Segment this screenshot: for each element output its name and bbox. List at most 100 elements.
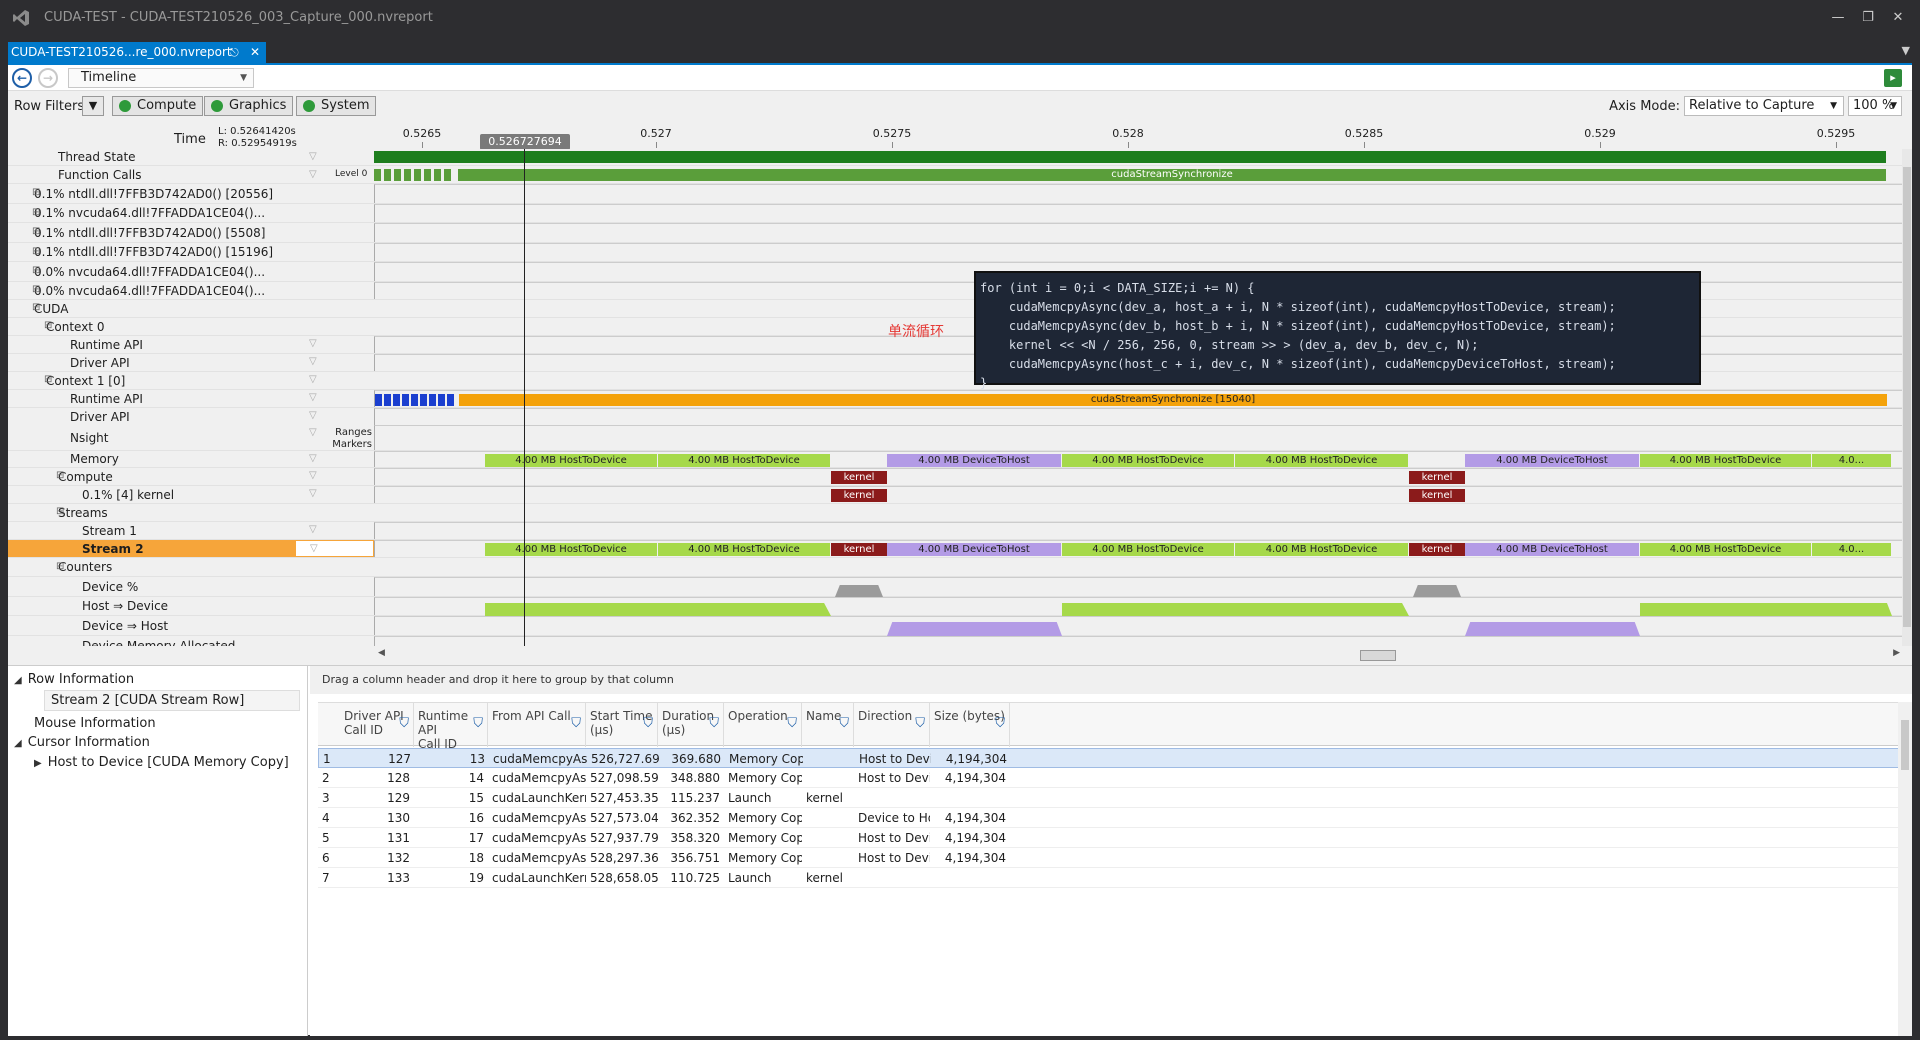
row-track[interactable]: kernel kernel xyxy=(374,486,1904,503)
function-call-bar[interactable]: cudaStreamSynchronize xyxy=(458,169,1886,181)
column-header[interactable]: Start Time (μs) ⛉ xyxy=(586,703,658,747)
filter-icon[interactable]: ▽ xyxy=(309,453,317,464)
runtime-api-call[interactable] xyxy=(438,394,445,406)
tree-row-information[interactable]: ◢ Row Information xyxy=(14,672,134,687)
collapse-icon[interactable]: ⊟ xyxy=(44,374,54,385)
row-track[interactable]: 4.00 MB HostToDevice 4.00 MB HostToDevice… xyxy=(374,451,1904,467)
timeline-row[interactable]: Stream 1 ▽ xyxy=(8,522,1904,540)
function-call-bar[interactable] xyxy=(414,169,421,181)
table-row[interactable]: 3 129 15 cudaLaunchKernel 527,453.358 115.237… xyxy=(318,788,1902,808)
kernel-bar[interactable]: kernel xyxy=(1409,543,1465,556)
filter-icon[interactable]: ▽ xyxy=(309,427,317,438)
tree-mouse-information[interactable]: Mouse Information xyxy=(34,716,156,731)
runtime-api-call[interactable] xyxy=(375,394,382,406)
memcpy-bar[interactable]: 4.00 MB HostToDevice xyxy=(658,543,831,556)
runtime-api-call[interactable] xyxy=(384,394,391,406)
row-track[interactable]: cudaStreamSynchronize xyxy=(374,167,1904,183)
pin-icon[interactable]: ⎋ xyxy=(230,42,239,63)
memcpy-bar[interactable]: 4.0... xyxy=(1812,454,1892,467)
filter-icon[interactable]: ⛉ xyxy=(995,717,1005,731)
runtime-api-bar[interactable]: cudaStreamSynchronize [15040] xyxy=(459,394,1887,406)
timeline-row[interactable]: Device Memory Allocated xyxy=(8,636,1904,646)
collapse-icon[interactable]: ⊟ xyxy=(56,561,66,572)
timeline-horizontal-scrollbar[interactable]: ◀ ▶ xyxy=(374,647,1904,663)
runtime-api-call[interactable] xyxy=(411,394,418,406)
timeline-row[interactable]: Host ⇒ Device xyxy=(8,597,1904,616)
memcpy-bar[interactable]: 4.00 MB HostToDevice xyxy=(658,454,831,467)
row-track[interactable] xyxy=(374,149,1904,165)
column-header[interactable]: From API Call ⛉ xyxy=(488,703,586,747)
memcpy-bar[interactable]: 4.00 MB HostToDevice xyxy=(1640,543,1812,556)
timeline-row[interactable]: Function Calls ▽ Level 0 cudaStreamSynchron… xyxy=(8,167,1904,184)
scroll-left-icon[interactable]: ◀ xyxy=(378,648,385,658)
filter-icon[interactable]: ▽ xyxy=(309,470,317,481)
row-track[interactable] xyxy=(374,636,1904,646)
forward-button[interactable]: → xyxy=(38,68,58,88)
column-header[interactable]: Direction ⛉ xyxy=(854,703,930,747)
timeline-row[interactable]: Memory ▽ 4.00 MB HostToDevice 4.00 MB HostT… xyxy=(8,451,1904,468)
table-row[interactable]: 7 133 19 cudaLaunchKernel 528,658.050 110.725… xyxy=(318,868,1902,888)
expand-icon[interactable]: ⊞ xyxy=(32,226,42,237)
timeline-row[interactable]: Nsight ▽ Ranges Markers xyxy=(8,425,1904,451)
function-call-bar[interactable] xyxy=(394,169,401,181)
tree-cursor-information[interactable]: ◢ Cursor Information xyxy=(14,735,150,750)
memcpy-bar[interactable]: 4.00 MB HostToDevice xyxy=(485,454,658,467)
memcpy-bar[interactable]: 4.00 MB DeviceToHost xyxy=(887,543,1062,556)
memcpy-bar[interactable]: 4.00 MB DeviceToHost xyxy=(1465,543,1640,556)
runtime-api-call[interactable] xyxy=(420,394,427,406)
filter-icon[interactable]: ▽ xyxy=(309,169,317,180)
expand-icon[interactable]: ⊞ xyxy=(32,187,42,198)
function-call-bar[interactable] xyxy=(444,169,451,181)
scroll-thumb[interactable] xyxy=(1360,650,1396,661)
kernel-bar[interactable]: kernel xyxy=(831,543,887,556)
memcpy-bar[interactable]: 4.00 MB HostToDevice xyxy=(485,543,658,556)
timeline-vertical-scrollbar[interactable] xyxy=(1902,149,1912,646)
timeline-row[interactable]: Device % xyxy=(8,577,1904,597)
table-row[interactable]: 2 128 14 cudaMemcpyAsync 527,098.590 348.880 M… xyxy=(318,768,1902,788)
kernel-bar[interactable]: kernel xyxy=(1409,471,1465,484)
timeline-row[interactable]: 0.1% [4] kernel ▽ kernel kernel xyxy=(8,486,1904,504)
export-icon[interactable]: ▸ xyxy=(1884,69,1902,87)
kernel-bar[interactable]: kernel xyxy=(1409,489,1465,502)
filter-icon[interactable]: ⛉ xyxy=(787,717,797,731)
scroll-thumb[interactable] xyxy=(1901,720,1909,770)
tree-row-info-child[interactable]: Stream 2 [CUDA Stream Row] xyxy=(44,690,300,711)
row-track[interactable] xyxy=(374,204,1904,222)
close-icon[interactable]: ✕ xyxy=(250,42,260,63)
table-row[interactable]: 6 132 18 cudaMemcpyAsync 528,297.363 356.751 M… xyxy=(318,848,1902,868)
memcpy-bar[interactable]: 4.00 MB HostToDevice xyxy=(1062,454,1235,467)
function-call-bar[interactable] xyxy=(424,169,431,181)
column-header[interactable]: Size (bytes) ⛉ xyxy=(930,703,1010,747)
grid-vertical-scrollbar[interactable] xyxy=(1898,702,1912,1036)
time-ruler[interactable]: Time L: 0.52641420s R: 0.52954919s 0.526… xyxy=(8,120,1912,150)
memcpy-bar[interactable]: 4.00 MB DeviceToHost xyxy=(887,454,1062,467)
axis-mode-select[interactable]: Relative to Capture ▼ xyxy=(1684,96,1844,116)
filter-icon[interactable]: ▽ xyxy=(309,356,317,367)
timeline-row[interactable]: 0.1% ntdll.dll!7FFB3D742AD0() [20556] ⊞ xyxy=(8,184,1904,204)
filter-icon[interactable]: ⛉ xyxy=(399,717,409,731)
table-row[interactable]: 4 130 16 cudaMemcpyAsync 527,573.043 362.352 M… xyxy=(318,808,1902,828)
filter-icon[interactable]: ▽ xyxy=(309,410,317,421)
expand-icon[interactable]: ⊞ xyxy=(32,246,42,257)
row-track[interactable] xyxy=(374,243,1904,261)
row-track[interactable] xyxy=(374,504,1904,521)
row-track[interactable] xyxy=(374,522,1904,539)
timeline-row[interactable]: Driver API ▽ xyxy=(8,408,1904,426)
memcpy-bar[interactable]: 4.0... xyxy=(1812,543,1892,556)
filter-icon[interactable]: ⛉ xyxy=(839,717,849,731)
column-header[interactable]: Driver API Call ID ⛉ xyxy=(340,703,414,747)
timeline-row[interactable]: Stream 2 ▽ 4.00 MB HostToDevice 4.00 MB Hos… xyxy=(8,540,1904,558)
memcpy-bar[interactable]: 4.00 MB DeviceToHost xyxy=(1465,454,1640,467)
filter-icon[interactable]: ▽ xyxy=(310,543,318,554)
timeline-row[interactable]: Compute ⊟ ▽ kernel kernel xyxy=(8,468,1904,486)
timeline-row[interactable]: Thread State ▽ xyxy=(8,149,1904,166)
row-track[interactable]: 4.00 MB HostToDevice 4.00 MB HostToDevice… xyxy=(374,540,1904,557)
view-select[interactable]: Timeline ▼ xyxy=(68,68,254,88)
filter-icon[interactable]: ▽ xyxy=(309,392,317,403)
collapse-icon[interactable]: ⊟ xyxy=(56,506,66,517)
timeline-row[interactable]: Device ⇒ Host xyxy=(8,616,1904,636)
filter-icon[interactable]: ⛉ xyxy=(915,717,925,731)
filter-icon[interactable]: ⛉ xyxy=(571,717,581,731)
filter-icon[interactable]: ⛉ xyxy=(709,717,719,731)
time-cursor-line[interactable] xyxy=(524,149,525,646)
